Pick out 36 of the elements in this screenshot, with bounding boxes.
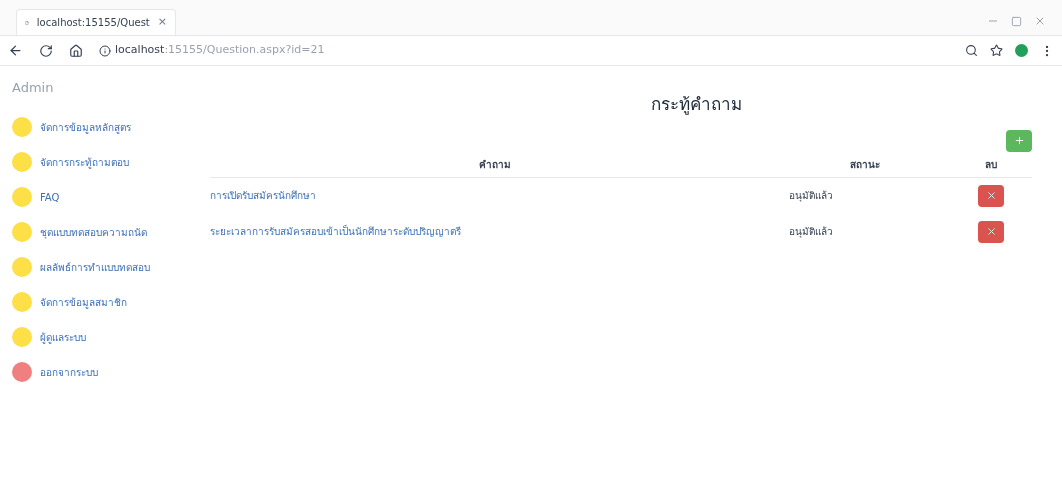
- column-header: ลบ: [950, 151, 1032, 178]
- page-title: กระทู้คำถาม: [649, 93, 743, 117]
- extension-icon[interactable]: [1015, 44, 1028, 57]
- delete-button[interactable]: [978, 220, 1004, 243]
- home-icon[interactable]: [69, 43, 83, 58]
- address-bar[interactable]: localhost:15155/Question.aspx?id=21: [115, 42, 325, 59]
- sidebar-item[interactable]: ผู้ดูแลระบบ: [12, 319, 210, 355]
- tab-close[interactable]: ×: [157, 14, 167, 31]
- sidebar-item[interactable]: จัดการข้อมูลหลักสูตร: [12, 109, 210, 145]
- sidebar-item[interactable]: จัดการข้อมูลสมาชิก: [12, 284, 210, 320]
- sidebar-title: Admin: [12, 79, 55, 97]
- sidebar-item[interactable]: ผลลัพธ์การทำแบบทดสอบ: [12, 249, 210, 285]
- maximize-icon[interactable]: [1011, 15, 1022, 27]
- sidebar-item[interactable]: ชุดแบบทดสอบความถนัด: [12, 214, 210, 250]
- question-link[interactable]: ระยะเวลาการรับสมัครสอบเข้าเป็นนักศึกษาระดับปริญญาตรี: [210, 213, 780, 250]
- sidebar-item[interactable]: จัดการกระทู้ถามตอบ: [12, 144, 210, 180]
- column-header: คำถาม: [210, 151, 780, 178]
- zoom-icon[interactable]: [965, 44, 978, 57]
- tab-title: localhost:15155/Quest: [36, 16, 150, 30]
- reload-icon[interactable]: [39, 43, 53, 58]
- add-button[interactable]: [1006, 129, 1032, 152]
- delete-button[interactable]: [978, 184, 1004, 207]
- back-icon[interactable]: [8, 43, 23, 58]
- sidebar-item[interactable]: FAQ: [12, 179, 210, 215]
- close-icon[interactable]: [1034, 15, 1046, 27]
- status-cell-text: อนุมัติแล้ว: [788, 189, 834, 204]
- sidebar-item[interactable]: ออกจากระบบ: [12, 354, 210, 390]
- close-icon: [985, 190, 997, 201]
- bookmark-icon[interactable]: [990, 44, 1003, 57]
- plus-icon: [1013, 135, 1025, 146]
- status-cell-text: อนุมัติแล้ว: [788, 225, 834, 240]
- question-link[interactable]: การเปิดรับสมัครนักศึกษา: [210, 177, 780, 214]
- browser-tab[interactable]: localhost:15155/Quest ×: [16, 9, 176, 35]
- close-icon: [985, 226, 997, 237]
- info-icon: [99, 44, 111, 57]
- column-header: สถานะ: [780, 151, 950, 178]
